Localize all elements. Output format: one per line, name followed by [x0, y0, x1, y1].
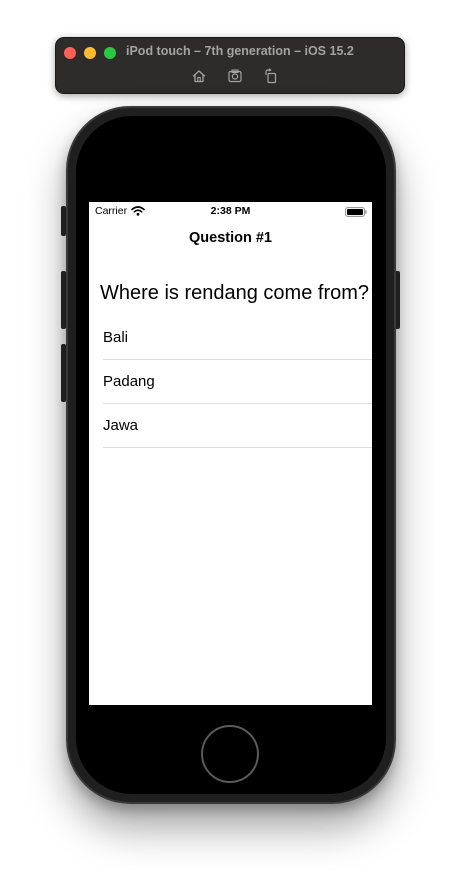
- simulator-titlebar[interactable]: iPod touch – 7th generation – iOS 15.2: [55, 37, 405, 94]
- screenshot-icon[interactable]: [227, 68, 243, 84]
- question-text: Where is rendang come from?: [100, 282, 370, 304]
- device-home-button[interactable]: [201, 725, 259, 783]
- battery-icon: [345, 207, 367, 217]
- simulator-title: iPod touch – 7th generation – iOS 15.2: [126, 44, 354, 58]
- navigation-bar: Question #1: [89, 221, 372, 256]
- page-title: Question #1: [189, 230, 272, 246]
- maximize-window-button[interactable]: [104, 47, 116, 59]
- status-time: 2:38 PM: [210, 205, 251, 217]
- rotate-icon[interactable]: [263, 68, 279, 84]
- answer-option[interactable]: Padang: [103, 360, 372, 404]
- app-screen: Carrier 2:38 PM Question #1 Where is ren…: [89, 202, 372, 705]
- simulator-stage: iPod touch – 7th generation – iOS 15.2 C…: [0, 0, 461, 878]
- answer-option[interactable]: Jawa: [103, 404, 372, 448]
- answer-option[interactable]: Bali: [103, 316, 372, 360]
- answer-list: Bali Padang Jawa: [103, 316, 372, 448]
- minimize-window-button[interactable]: [84, 47, 96, 59]
- home-icon[interactable]: [191, 68, 207, 84]
- close-window-button[interactable]: [64, 47, 76, 59]
- status-bar: Carrier 2:38 PM: [89, 202, 372, 221]
